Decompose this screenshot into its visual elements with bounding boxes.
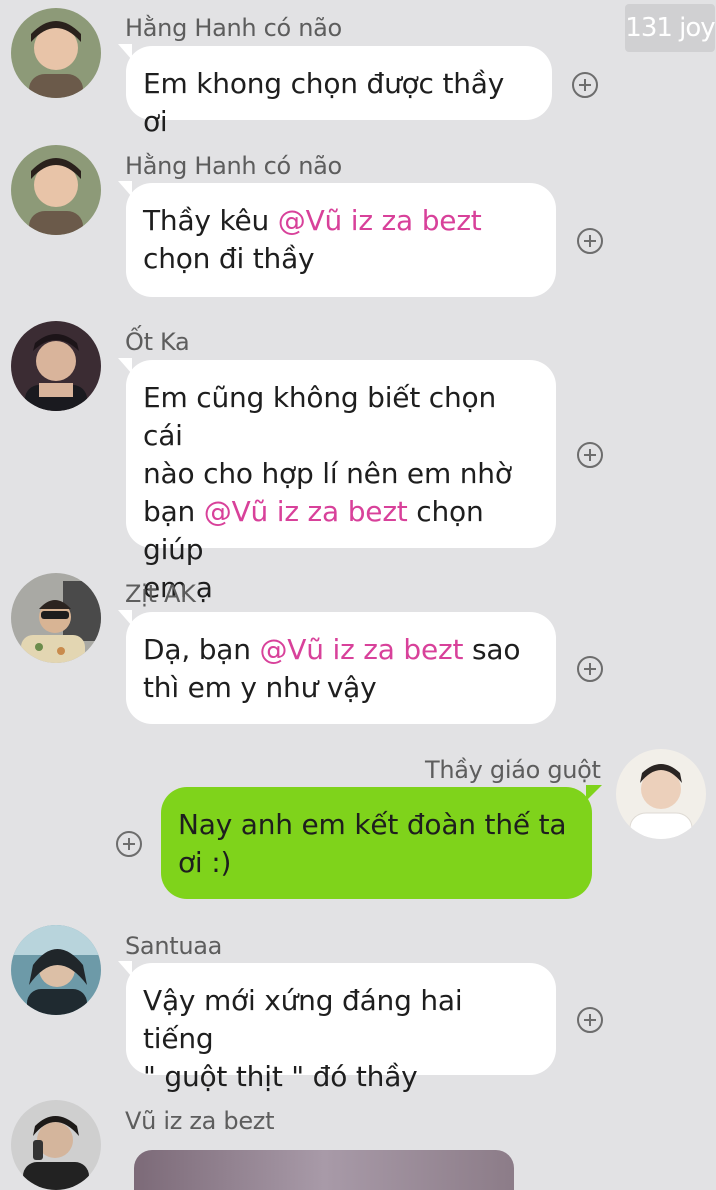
message-text: Em khong chọn được thầy ơi xyxy=(143,67,505,138)
add-reaction-icon[interactable] xyxy=(577,1007,603,1033)
message-text: " guột thịt " đó thầy xyxy=(143,1060,418,1093)
add-reaction-icon[interactable] xyxy=(577,228,603,254)
sender-name: Santuaa xyxy=(125,932,223,960)
add-reaction-icon[interactable] xyxy=(577,442,603,468)
image-attachment[interactable] xyxy=(134,1150,514,1190)
mention-link[interactable]: @Vũ iz za bezt xyxy=(204,495,408,528)
message-bubble[interactable]: Vậy mới xứng đáng hai tiếng " guột thịt … xyxy=(118,961,556,1093)
message-text: nào cho hợp lí nên em nhờ xyxy=(143,457,512,490)
message-text: Thầy kêu xyxy=(143,204,278,237)
avatar[interactable] xyxy=(11,1100,101,1190)
avatar[interactable] xyxy=(11,145,101,235)
message-text: Em cũng không biết chọn cái xyxy=(143,381,497,452)
message-text: bạn xyxy=(143,495,204,528)
message-text: Vậy mới xứng đáng hai tiếng xyxy=(143,984,463,1055)
sender-name: Ốt Ka xyxy=(125,328,190,356)
message-text: sao xyxy=(463,633,521,666)
avatar[interactable] xyxy=(616,749,706,839)
message-bubble[interactable]: Dạ, bạn @Vũ iz za bezt sao thì em y như … xyxy=(118,610,556,724)
avatar[interactable] xyxy=(11,8,101,98)
sender-name: Hằng Hanh có não xyxy=(125,14,342,42)
message-text: Nay anh em kết đoàn thế ta xyxy=(178,808,567,841)
avatar[interactable] xyxy=(11,321,101,411)
mention-link[interactable]: @Vũ iz za bezt xyxy=(278,204,482,237)
sender-name: Zịt AK xyxy=(125,580,196,608)
add-reaction-icon[interactable] xyxy=(577,656,603,682)
add-reaction-icon[interactable] xyxy=(116,831,142,857)
message-text: chọn đi thầy xyxy=(143,242,315,275)
add-reaction-icon[interactable] xyxy=(572,72,598,98)
message-bubble[interactable]: Thầy kêu @Vũ iz za bezt chọn đi thầy xyxy=(118,181,556,297)
message-bubble[interactable]: Nay anh em kết đoàn thế ta ơi :) xyxy=(161,785,602,899)
message-text: Dạ, bạn xyxy=(143,633,260,666)
sender-name: Vũ iz za bezt xyxy=(125,1107,275,1135)
avatar[interactable] xyxy=(11,573,101,663)
message-bubble[interactable]: Em cũng không biết chọn cái nào cho hợp … xyxy=(118,358,556,604)
message-text: thì em y như vậy xyxy=(143,671,377,704)
sender-name: Thầy giáo guột xyxy=(425,756,601,784)
count-badge: 131 joy xyxy=(625,4,716,52)
message-text: ơi :) xyxy=(178,846,232,879)
avatar[interactable] xyxy=(11,925,101,1015)
message-bubble[interactable]: Em khong chọn được thầy ơi xyxy=(118,44,552,138)
sender-name: Hằng Hanh có não xyxy=(125,152,342,180)
mention-link[interactable]: @Vũ iz za bezt xyxy=(260,633,464,666)
